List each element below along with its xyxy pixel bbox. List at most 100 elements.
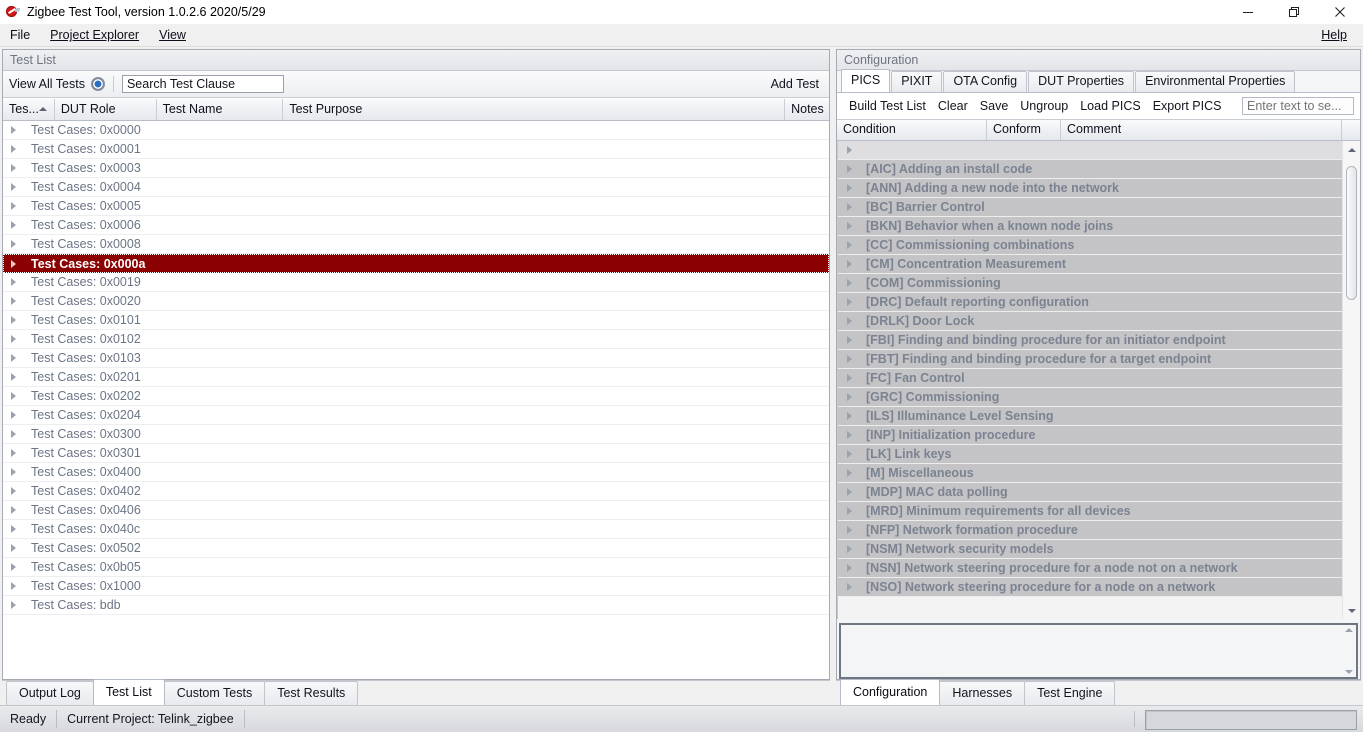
expand-triangle-icon[interactable] (11, 164, 21, 172)
table-row[interactable]: Test Cases: 0x0019 (3, 273, 829, 292)
pics-comment-text[interactable] (841, 625, 1341, 677)
pics-row[interactable]: [FBT] Finding and binding procedure for … (838, 350, 1342, 369)
column-header-comment[interactable]: Comment (1061, 120, 1342, 140)
clear-button[interactable]: Clear (932, 97, 974, 115)
pics-row[interactable]: [LK] Link keys (838, 445, 1342, 464)
expand-triangle-icon[interactable] (847, 146, 857, 154)
table-row[interactable]: Test Cases: 0x0020 (3, 292, 829, 311)
expand-triangle-icon[interactable] (847, 279, 857, 287)
pics-row[interactable] (838, 141, 1342, 160)
expand-triangle-icon[interactable] (847, 184, 857, 192)
tab-test-results[interactable]: Test Results (264, 681, 359, 705)
comment-scroll-up-icon[interactable] (1344, 628, 1353, 632)
comment-scrollbar[interactable] (1341, 625, 1356, 677)
expand-triangle-icon[interactable] (847, 564, 857, 572)
table-row[interactable]: Test Cases: 0x0400 (3, 463, 829, 482)
tab-pics[interactable]: PICS (841, 69, 891, 92)
pics-row[interactable]: [BKN] Behavior when a known node joins (838, 217, 1342, 236)
table-row[interactable]: Test Cases: 0x0b05 (3, 558, 829, 577)
expand-triangle-icon[interactable] (847, 583, 857, 591)
table-row[interactable]: Test Cases: 0x0103 (3, 349, 829, 368)
menu-project-explorer[interactable]: Project Explorer (40, 25, 149, 45)
expand-triangle-icon[interactable] (11, 430, 21, 438)
pics-rows[interactable]: [AIC] Adding an install code [ANN] Adding… (838, 141, 1342, 619)
expand-triangle-icon[interactable] (847, 298, 857, 306)
expand-triangle-icon[interactable] (847, 165, 857, 173)
menu-file[interactable]: File (0, 25, 40, 45)
tab-harnesses[interactable]: Harnesses (939, 681, 1026, 705)
column-header-test-id[interactable]: Tes... (3, 99, 55, 120)
pics-row[interactable]: [FBI] Finding and binding procedure for … (838, 331, 1342, 350)
expand-triangle-icon[interactable] (11, 126, 21, 134)
table-row[interactable]: Test Cases: 0x0004 (3, 178, 829, 197)
column-header-test-purpose[interactable]: Test Purpose (283, 99, 786, 120)
expand-triangle-icon[interactable] (847, 545, 857, 553)
ungroup-button[interactable]: Ungroup (1014, 97, 1074, 115)
expand-triangle-icon[interactable] (847, 507, 857, 515)
pics-vertical-scrollbar[interactable] (1342, 141, 1360, 619)
table-row[interactable]: Test Cases: 0x0005 (3, 197, 829, 216)
menu-help[interactable]: Help (1311, 25, 1357, 45)
expand-triangle-icon[interactable] (11, 145, 21, 153)
table-row[interactable]: Test Cases: 0x0101 (3, 311, 829, 330)
tab-dut-properties[interactable]: DUT Properties (1028, 71, 1135, 92)
table-row[interactable]: Test Cases: 0x0402 (3, 482, 829, 501)
expand-triangle-icon[interactable] (11, 202, 21, 210)
table-row[interactable]: Test Cases: 0x0502 (3, 539, 829, 558)
search-test-clause-input[interactable] (121, 75, 284, 93)
menu-view[interactable]: View (149, 25, 196, 45)
tab-output-log[interactable]: Output Log (6, 681, 94, 705)
pics-row[interactable]: [NSM] Network security models (838, 540, 1342, 559)
table-row[interactable]: Test Cases: 0x000a (3, 254, 829, 273)
pics-row[interactable]: [ANN] Adding a new node into the network (838, 179, 1342, 198)
expand-triangle-icon[interactable] (847, 374, 857, 382)
pics-comment-box[interactable] (839, 623, 1358, 679)
expand-triangle-icon[interactable] (11, 392, 21, 400)
expand-triangle-icon[interactable] (847, 222, 857, 230)
column-header-test-name[interactable]: Test Name (157, 99, 284, 120)
column-header-conform[interactable]: Conform (987, 120, 1061, 140)
column-header-condition[interactable]: Condition (837, 120, 987, 140)
table-row[interactable]: Test Cases: 0x0406 (3, 501, 829, 520)
tab-ota-config[interactable]: OTA Config (943, 71, 1028, 92)
pics-row[interactable]: [M] Miscellaneous (838, 464, 1342, 483)
expand-triangle-icon[interactable] (847, 241, 857, 249)
expand-triangle-icon[interactable] (847, 469, 857, 477)
table-row[interactable]: Test Cases: 0x0102 (3, 330, 829, 349)
tab-pixit[interactable]: PIXIT (891, 71, 943, 92)
expand-triangle-icon[interactable] (11, 240, 21, 248)
maximize-icon[interactable] (1271, 0, 1317, 24)
expand-triangle-icon[interactable] (11, 221, 21, 229)
table-row[interactable]: Test Cases: 0x0000 (3, 121, 829, 140)
pics-row[interactable]: [INP] Initialization procedure (838, 426, 1342, 445)
expand-triangle-icon[interactable] (847, 203, 857, 211)
pics-row[interactable]: [AIC] Adding an install code (838, 160, 1342, 179)
table-row[interactable]: Test Cases: 0x0301 (3, 444, 829, 463)
expand-triangle-icon[interactable] (847, 317, 857, 325)
table-row[interactable]: Test Cases: bdb (3, 596, 829, 615)
pics-row[interactable]: [DRLK] Door Lock (838, 312, 1342, 331)
pics-row[interactable]: [NSN] Network steering procedure for a n… (838, 559, 1342, 578)
table-row[interactable]: Test Cases: 0x0001 (3, 140, 829, 159)
expand-triangle-icon[interactable] (847, 450, 857, 458)
build-test-list-button[interactable]: Build Test List (843, 97, 932, 115)
table-row[interactable]: Test Cases: 0x0008 (3, 235, 829, 254)
pics-row[interactable]: [DRC] Default reporting configuration (838, 293, 1342, 312)
expand-triangle-icon[interactable] (11, 354, 21, 362)
table-row[interactable]: Test Cases: 0x1000 (3, 577, 829, 596)
table-row[interactable]: Test Cases: 0x0003 (3, 159, 829, 178)
expand-triangle-icon[interactable] (11, 563, 21, 571)
table-row[interactable]: Test Cases: 0x0300 (3, 425, 829, 444)
table-row[interactable]: Test Cases: 0x040c (3, 520, 829, 539)
expand-triangle-icon[interactable] (11, 373, 21, 381)
table-row[interactable]: Test Cases: 0x0202 (3, 387, 829, 406)
comment-scroll-down-icon[interactable] (1344, 670, 1353, 674)
expand-triangle-icon[interactable] (11, 411, 21, 419)
pics-row[interactable]: [ILS] Illuminance Level Sensing (838, 407, 1342, 426)
pics-row[interactable]: [COM] Commissioning (838, 274, 1342, 293)
expand-triangle-icon[interactable] (847, 260, 857, 268)
expand-triangle-icon[interactable] (11, 601, 21, 609)
table-row[interactable]: Test Cases: 0x0204 (3, 406, 829, 425)
load-pics-button[interactable]: Load PICS (1074, 97, 1146, 115)
expand-triangle-icon[interactable] (847, 488, 857, 496)
